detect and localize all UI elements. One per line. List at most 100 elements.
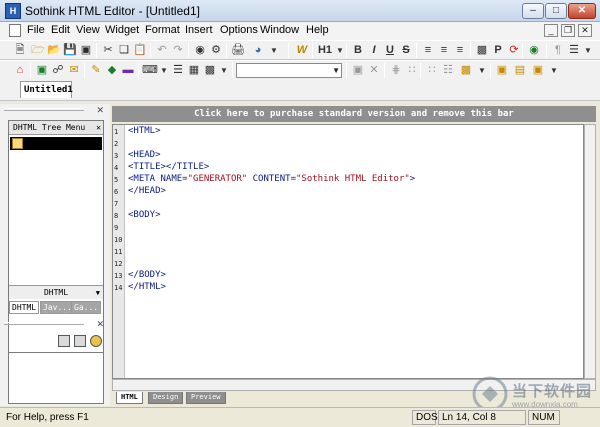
tree-node-icon (12, 138, 23, 149)
menu-widget[interactable]: Widget (105, 24, 139, 36)
layer-icon[interactable]: ▣ (494, 63, 510, 78)
preview-browser-icon[interactable]: ◕ (250, 43, 266, 58)
panel-close-icon[interactable]: ✕ (96, 105, 104, 116)
tab-preview[interactable]: Preview (186, 392, 226, 404)
merge-cells-icon[interactable]: ∷ (404, 63, 420, 78)
strikethrough-icon[interactable]: S (398, 43, 414, 58)
menu-file[interactable]: File (27, 24, 45, 36)
insert-toolbar: ⌂ ▣ ☍ ✉ ✎ ◆ ▬ ⌨ ▼ ☰ ▦ ▩ ▼ ▼ ▣ ✕ ⋕ ∷ ∷ ☷ … (0, 60, 600, 80)
menu-edit[interactable]: Edit (51, 24, 70, 36)
line-number: 14 (114, 284, 123, 292)
paste-icon[interactable]: 📋 (132, 43, 148, 58)
mdi-minimize-button[interactable]: _ (544, 24, 558, 37)
bullet-list-icon[interactable]: ☰ (170, 63, 186, 78)
tree-type-select[interactable]: DHTML ▼ (9, 285, 103, 299)
redo-icon[interactable]: ↷ (170, 43, 186, 58)
list-dropdown-chevron-icon[interactable]: ▼ (580, 43, 596, 58)
tree-item-selected[interactable] (10, 137, 102, 150)
standard-toolbar: 🗎 🗁 📂 💾 ▣ ✂ ❏ 📋 ↶ ↷ ◉ ⚙ 🖨 ◕ ▼ W H1 ▼ B I… (0, 40, 600, 60)
lower-panel-close-icon[interactable]: ✕ (96, 319, 104, 330)
table-dropdown-chevron-icon[interactable]: ▼ (216, 63, 232, 78)
panel-grip[interactable] (4, 108, 84, 111)
toolbar-separator (546, 43, 547, 58)
lower-panel-grip[interactable] (4, 322, 84, 325)
tab-design[interactable]: Design (148, 392, 184, 404)
maximize-button[interactable]: □ (545, 3, 567, 19)
italic-icon[interactable]: I (366, 43, 382, 58)
cut-icon[interactable]: ✂ (100, 43, 116, 58)
properties-icon[interactable]: ▣ (350, 63, 366, 78)
insert-image-icon[interactable]: ▣ (34, 63, 50, 78)
split-cells-icon[interactable]: ⋕ (388, 63, 404, 78)
align-left-icon[interactable]: ≡ (420, 43, 436, 58)
menu-view[interactable]: View (76, 24, 100, 36)
table-icon[interactable]: ▦ (186, 63, 202, 78)
new-file-icon[interactable]: 🗎 (12, 43, 28, 58)
layout-columns-icon[interactable] (58, 335, 70, 347)
layer-dropdown-chevron-icon[interactable]: ▼ (546, 63, 562, 78)
grid-settings-icon[interactable]: ▩ (458, 63, 474, 78)
preview-dropdown-chevron-icon[interactable]: ▼ (266, 43, 282, 58)
document-icon (9, 24, 21, 37)
vertical-scrollbar[interactable] (584, 124, 596, 379)
code-line: <BODY> (128, 210, 161, 220)
tab-html[interactable]: HTML (116, 392, 143, 404)
insert-row-icon[interactable]: ∷ (424, 63, 440, 78)
tree-header: DHTML Tree Menu ✕ (9, 121, 103, 135)
align-center-icon[interactable]: ≡ (436, 43, 452, 58)
code-editor[interactable]: 1 2 3 4 5 6 7 8 9 10 11 12 13 14 <HTML> … (112, 124, 584, 379)
pencil-icon[interactable]: ✎ (88, 63, 104, 78)
chevron-down-icon: ▼ (332, 66, 340, 75)
tree-tabs: DHTML Jav... Ga... (9, 301, 103, 314)
menu-help[interactable]: Help (306, 24, 329, 36)
copy-icon[interactable]: ❏ (116, 43, 132, 58)
underline-icon[interactable]: U (382, 43, 398, 58)
insert-link-icon[interactable]: ☍ (50, 63, 66, 78)
grid-dropdown-chevron-icon[interactable]: ▼ (474, 63, 490, 78)
horizontal-rule-icon[interactable]: ▬ (120, 63, 136, 78)
email-icon[interactable]: ✉ (66, 63, 82, 78)
menu-format[interactable]: Format (145, 24, 180, 36)
toolbar-separator (188, 43, 189, 58)
close-button[interactable]: ✕ (568, 3, 596, 19)
open-folder-icon[interactable]: 🗁 (30, 43, 46, 58)
menu-options[interactable]: Options (220, 24, 258, 36)
tab-gallery[interactable]: Ga... (71, 301, 102, 314)
font-select[interactable]: ▼ (236, 63, 342, 78)
save-icon[interactable]: 💾 (62, 43, 78, 58)
home-icon[interactable]: ⌂ (12, 63, 28, 78)
wizard-icon[interactable]: W (294, 43, 310, 58)
tab-javascript[interactable]: Jav... (40, 301, 75, 314)
delete-icon[interactable]: ✕ (366, 63, 382, 78)
insert-column-icon[interactable]: ☷ (440, 63, 456, 78)
align-right-icon[interactable]: ≡ (452, 43, 468, 58)
open-recent-icon[interactable]: 📂 (46, 43, 62, 58)
undo-icon[interactable]: ↶ (154, 43, 170, 58)
refresh-icon[interactable]: ⟳ (506, 43, 522, 58)
print-icon[interactable]: 🖨 (230, 43, 246, 58)
bold-icon[interactable]: B (350, 43, 366, 58)
purchase-bar[interactable]: Click here to purchase standard version … (112, 106, 596, 122)
hash-marker-icon[interactable]: ▩ (474, 43, 490, 58)
insert-object-icon[interactable]: ◆ (104, 63, 120, 78)
pilcrow-icon[interactable]: ¶ (550, 43, 566, 58)
find-binoculars-icon[interactable]: ◉ (192, 43, 208, 58)
menu-insert[interactable]: Insert (185, 24, 213, 36)
mdi-restore-button[interactable]: ❐ (561, 24, 575, 37)
mdi-close-button[interactable]: ✕ (578, 24, 592, 37)
color-palette-icon[interactable]: ◉ (526, 43, 542, 58)
find-replace-icon[interactable]: ⚙ (208, 43, 224, 58)
layout-grid-icon[interactable] (74, 335, 86, 347)
gear-icon[interactable] (90, 335, 102, 347)
editor-area: Click here to purchase standard version … (112, 104, 600, 406)
save-all-icon[interactable]: ▣ (78, 43, 94, 58)
tab-dhtml[interactable]: DHTML (9, 301, 40, 314)
layer-options-icon[interactable]: ▣ (530, 63, 546, 78)
minimize-button[interactable]: – (522, 3, 544, 19)
paragraph-p-icon[interactable]: P (490, 43, 506, 58)
toolbar-separator (312, 43, 313, 58)
layer-move-icon[interactable]: ▤ (512, 63, 528, 78)
menu-window[interactable]: Window (260, 24, 299, 36)
tree-close-icon[interactable]: ✕ (96, 121, 101, 135)
document-tab-untitled1[interactable]: Untitled1 (20, 81, 73, 98)
